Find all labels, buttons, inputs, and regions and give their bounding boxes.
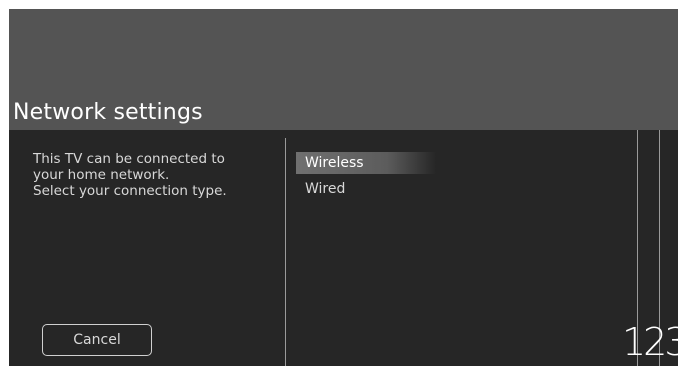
step-indicator: 123: [622, 320, 678, 364]
panel-divider: [285, 138, 286, 366]
header-bar: Network settings: [9, 9, 678, 130]
cancel-button[interactable]: Cancel: [42, 324, 152, 356]
description-line: This TV can be connected to: [33, 151, 225, 167]
description-line: Select your connection type.: [33, 183, 227, 199]
description-text: This TV can be connected to your home ne…: [33, 151, 283, 199]
connection-type-list: Wireless Wired: [296, 152, 436, 204]
description-line: your home network.: [33, 167, 170, 183]
option-wired[interactable]: Wired: [296, 178, 436, 200]
tv-settings-screen: Network settings This TV can be connecte…: [9, 9, 678, 366]
option-wireless[interactable]: Wireless: [296, 152, 436, 174]
page-title: Network settings: [13, 100, 203, 125]
